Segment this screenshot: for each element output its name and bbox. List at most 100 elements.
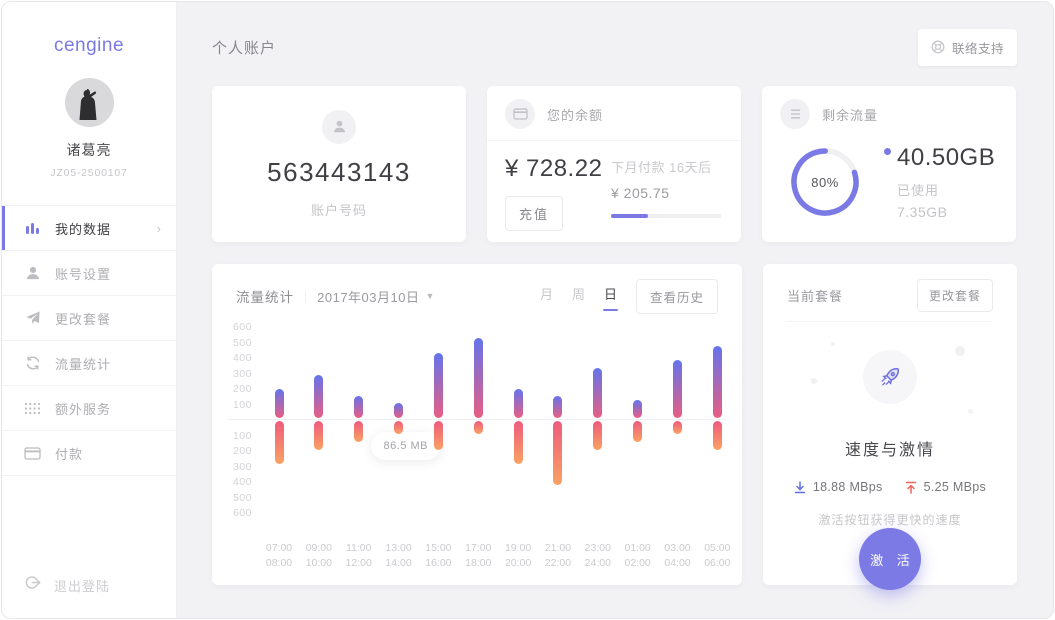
- upload-bar[interactable]: [633, 400, 642, 418]
- y-axis-tick: 500: [224, 492, 252, 504]
- download-bar[interactable]: [593, 421, 602, 450]
- download-bar[interactable]: [474, 421, 483, 434]
- download-bar[interactable]: [713, 421, 722, 450]
- download-bar[interactable]: [434, 421, 443, 450]
- detail-row: 流量统计 | 2017年03月10日 ▼ 月周日 查看历史 86.5 MB 10…: [212, 264, 1017, 585]
- decor-dot: [955, 346, 965, 356]
- upload-bar[interactable]: [673, 360, 682, 418]
- next-payment-label: 下月付款 16天后: [611, 157, 721, 176]
- sidebar-item-3[interactable]: 更改套餐: [2, 296, 176, 341]
- app-logo: cengine: [54, 35, 124, 57]
- y-axis-tick: 600: [224, 507, 252, 519]
- x-axis-label: 21:0022:00: [536, 541, 580, 571]
- x-axis-label: 07:0008:00: [257, 541, 301, 571]
- download-bar[interactable]: [633, 421, 642, 442]
- sidebar-item-4[interactable]: 流量统计: [2, 341, 176, 386]
- plan-name: 速度与激情: [763, 436, 1017, 460]
- data-used-label: 已使用: [897, 180, 995, 199]
- upload-bar[interactable]: [354, 396, 363, 418]
- activate-button[interactable]: 激 活: [859, 528, 921, 590]
- change-plan-button[interactable]: 更改套餐: [917, 279, 993, 312]
- bullet-dot-icon: [884, 148, 891, 155]
- donut-percent-label: 80%: [789, 146, 861, 218]
- balance-amount: ¥ 728.22: [505, 155, 602, 183]
- x-axis-label: 03:0004:00: [656, 541, 700, 571]
- credit-card-icon: [24, 445, 41, 462]
- x-axis-label: 15:0016:00: [416, 541, 460, 571]
- x-axis-label: 01:0002:00: [616, 541, 660, 571]
- download-bar[interactable]: [514, 421, 523, 464]
- download-bar[interactable]: [314, 421, 323, 450]
- balance-body: ¥ 728.22 充值 下月付款 16天后 ¥ 205.75: [487, 141, 741, 231]
- upload-bar[interactable]: [314, 375, 323, 418]
- data-usage-donut: 80%: [789, 146, 861, 218]
- user-icon: [24, 265, 41, 282]
- remaining-data-body: 80% 40.50GB 已使用 7.35GB: [762, 140, 1016, 220]
- upload-bar[interactable]: [474, 338, 483, 418]
- upload-speed-value: 5.25 MBps: [924, 480, 986, 494]
- x-axis-label: 19:0020:00: [496, 541, 540, 571]
- download-bar[interactable]: [673, 421, 682, 434]
- logout-button[interactable]: 退出登陆: [24, 574, 110, 596]
- plan-title: 当前套餐: [787, 286, 843, 305]
- upload-bar[interactable]: [275, 389, 284, 418]
- x-axis-label: 09:0010:00: [297, 541, 341, 571]
- paper-plane-icon: [24, 310, 41, 327]
- remaining-data-title: 剩余流量: [822, 105, 878, 124]
- y-axis-tick: 200: [224, 445, 252, 457]
- download-arrow-icon: [794, 481, 806, 494]
- rocket-icon: [878, 365, 902, 389]
- x-axis-label: 11:0012:00: [337, 541, 381, 571]
- recharge-button[interactable]: 充值: [505, 196, 563, 231]
- menu-lines-icon: [780, 99, 810, 129]
- chart-zero-axis: [228, 419, 726, 420]
- speed-stats: 18.88 MBps 5.25 MBps: [763, 480, 1017, 494]
- page-title: 个人账户: [212, 37, 276, 58]
- lifebuoy-icon: [931, 40, 945, 54]
- sidebar-item-5[interactable]: 额外服务: [2, 386, 176, 431]
- upload-bar[interactable]: [434, 353, 443, 418]
- y-axis-tick: 300: [224, 461, 252, 473]
- data-remaining-value: 40.50GB: [897, 144, 995, 172]
- payment-progress-fill: [611, 214, 648, 218]
- download-speed-value: 18.88 MBps: [813, 480, 883, 494]
- upload-bar[interactable]: [553, 396, 562, 418]
- traffic-chart-card: 流量统计 | 2017年03月10日 ▼ 月周日 查看历史 86.5 MB 10…: [212, 264, 742, 585]
- support-button[interactable]: 联络支持: [918, 29, 1017, 66]
- current-plan-card: 当前套餐 更改套餐: [763, 264, 1017, 585]
- sidebar-item-1[interactable]: 我的数据›: [2, 206, 176, 251]
- upload-bar[interactable]: [713, 346, 722, 418]
- sidebar-nav: 我的数据›账号设置更改套餐流量统计额外服务付款: [2, 205, 176, 476]
- account-number-label: 账户号码: [311, 200, 367, 219]
- y-axis-tick: 400: [224, 352, 252, 364]
- grid-dots-icon: [24, 400, 41, 417]
- decor-dot: [831, 342, 835, 346]
- sidebar: cengine 诸葛亮 JZ05-2500107 我的数据›账号设置更改套餐流量…: [2, 2, 177, 618]
- summary-cards-row: 563443143 账户号码 您的余额 ¥ 7: [212, 86, 1017, 242]
- logout-label: 退出登陆: [54, 576, 110, 595]
- plan-header: 当前套餐 更改套餐: [763, 264, 1017, 309]
- upload-bar[interactable]: [394, 403, 403, 418]
- sidebar-item-6[interactable]: 付款: [2, 431, 176, 476]
- activate-hint: 激活按钮获得更快的速度: [763, 511, 1017, 528]
- chevron-right-icon: ›: [157, 221, 161, 236]
- rocket-zone: [763, 322, 1017, 432]
- sidebar-item-2[interactable]: 账号设置: [2, 251, 176, 296]
- download-bar[interactable]: [553, 421, 562, 485]
- remaining-data-header: 剩余流量: [762, 86, 1016, 140]
- balance-card: 您的余额 ¥ 728.22 充值 下月付款 16天后 ¥ 205.75: [487, 86, 741, 242]
- download-bar[interactable]: [275, 421, 284, 464]
- bar-chart-icon: [24, 220, 41, 237]
- download-bar[interactable]: [394, 421, 403, 434]
- balance-title: 您的余额: [547, 105, 603, 124]
- data-used-value: 7.35GB: [897, 204, 995, 220]
- account-person-icon: [322, 110, 356, 144]
- user-id: JZ05-2500107: [50, 167, 127, 179]
- upload-bar[interactable]: [593, 368, 602, 418]
- sidebar-item-label: 额外服务: [55, 399, 111, 418]
- y-axis-tick: 300: [224, 368, 252, 380]
- sidebar-item-label: 更改套餐: [55, 309, 111, 328]
- avatar[interactable]: [65, 78, 114, 127]
- download-bar[interactable]: [354, 421, 363, 442]
- upload-bar[interactable]: [514, 389, 523, 418]
